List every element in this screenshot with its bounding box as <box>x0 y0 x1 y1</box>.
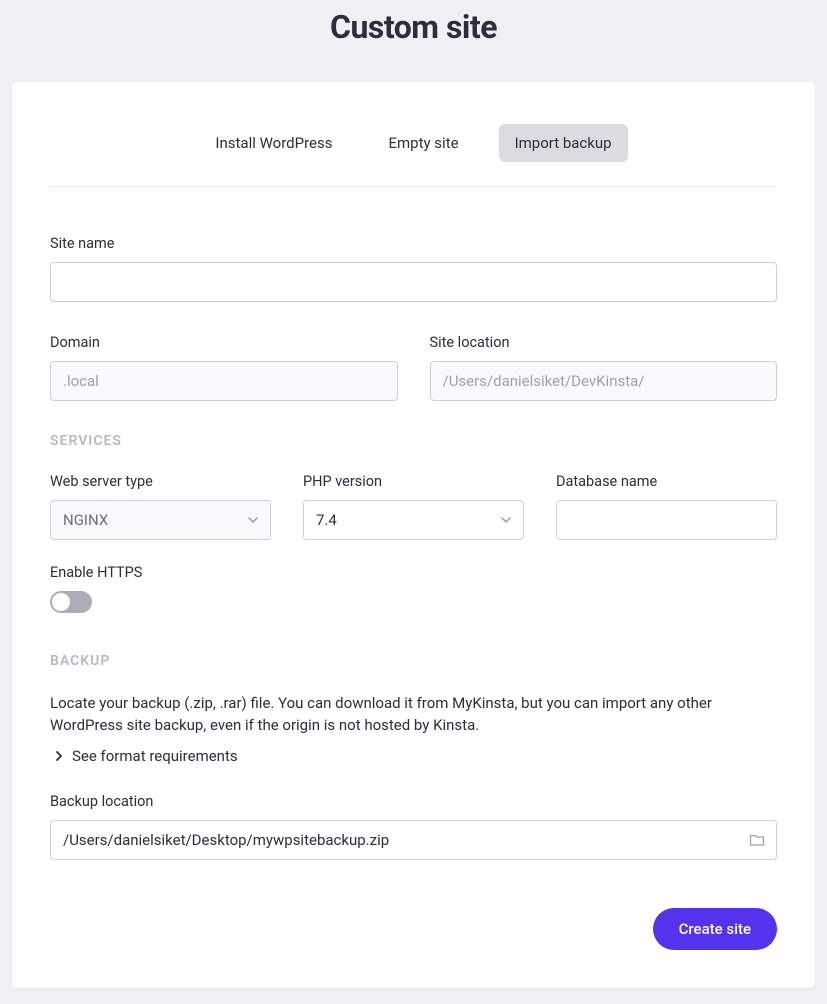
web-server-field-group: Web server type <box>50 473 271 540</box>
tab-empty-site[interactable]: Empty site <box>372 124 474 162</box>
form-card: Install WordPress Empty site Import back… <box>12 82 815 988</box>
backup-location-input[interactable] <box>50 820 777 860</box>
backup-location-label: Backup location <box>50 793 777 810</box>
web-server-select <box>50 500 271 540</box>
page-title: Custom site <box>0 8 827 46</box>
site-name-label: Site name <box>50 235 777 252</box>
format-requirements-label: See format requirements <box>72 747 238 765</box>
tabs: Install WordPress Empty site Import back… <box>50 124 777 187</box>
site-location-field-group: Site location <box>430 334 778 401</box>
database-name-input[interactable] <box>556 500 777 540</box>
site-location-label: Site location <box>430 334 778 351</box>
enable-https-toggle[interactable] <box>50 591 92 613</box>
footer: Create site <box>50 908 777 950</box>
toggle-knob <box>52 593 70 611</box>
php-version-field-group: PHP version <box>303 473 524 540</box>
site-name-input[interactable] <box>50 262 777 302</box>
see-format-requirements-link[interactable]: See format requirements <box>50 747 777 765</box>
domain-input <box>50 361 398 401</box>
php-version-label: PHP version <box>303 473 524 490</box>
domain-label: Domain <box>50 334 398 351</box>
site-location-input <box>430 361 778 401</box>
backup-header: BACKUP <box>50 653 777 669</box>
enable-https-label: Enable HTTPS <box>50 564 777 581</box>
services-header: SERVICES <box>50 433 777 449</box>
domain-field-group: Domain <box>50 334 398 401</box>
backup-location-field-group: Backup location <box>50 793 777 860</box>
backup-description: Locate your backup (.zip, .rar) file. Yo… <box>50 693 777 737</box>
site-name-field-group: Site name <box>50 235 777 302</box>
database-name-label: Database name <box>556 473 777 490</box>
chevron-right-icon <box>54 747 64 765</box>
create-site-button[interactable]: Create site <box>653 908 777 950</box>
enable-https-field-group: Enable HTTPS <box>50 564 777 613</box>
web-server-label: Web server type <box>50 473 271 490</box>
tab-import-backup[interactable]: Import backup <box>499 124 628 162</box>
database-name-field-group: Database name <box>556 473 777 540</box>
tab-install-wordpress[interactable]: Install WordPress <box>199 124 348 162</box>
php-version-select[interactable] <box>303 500 524 540</box>
